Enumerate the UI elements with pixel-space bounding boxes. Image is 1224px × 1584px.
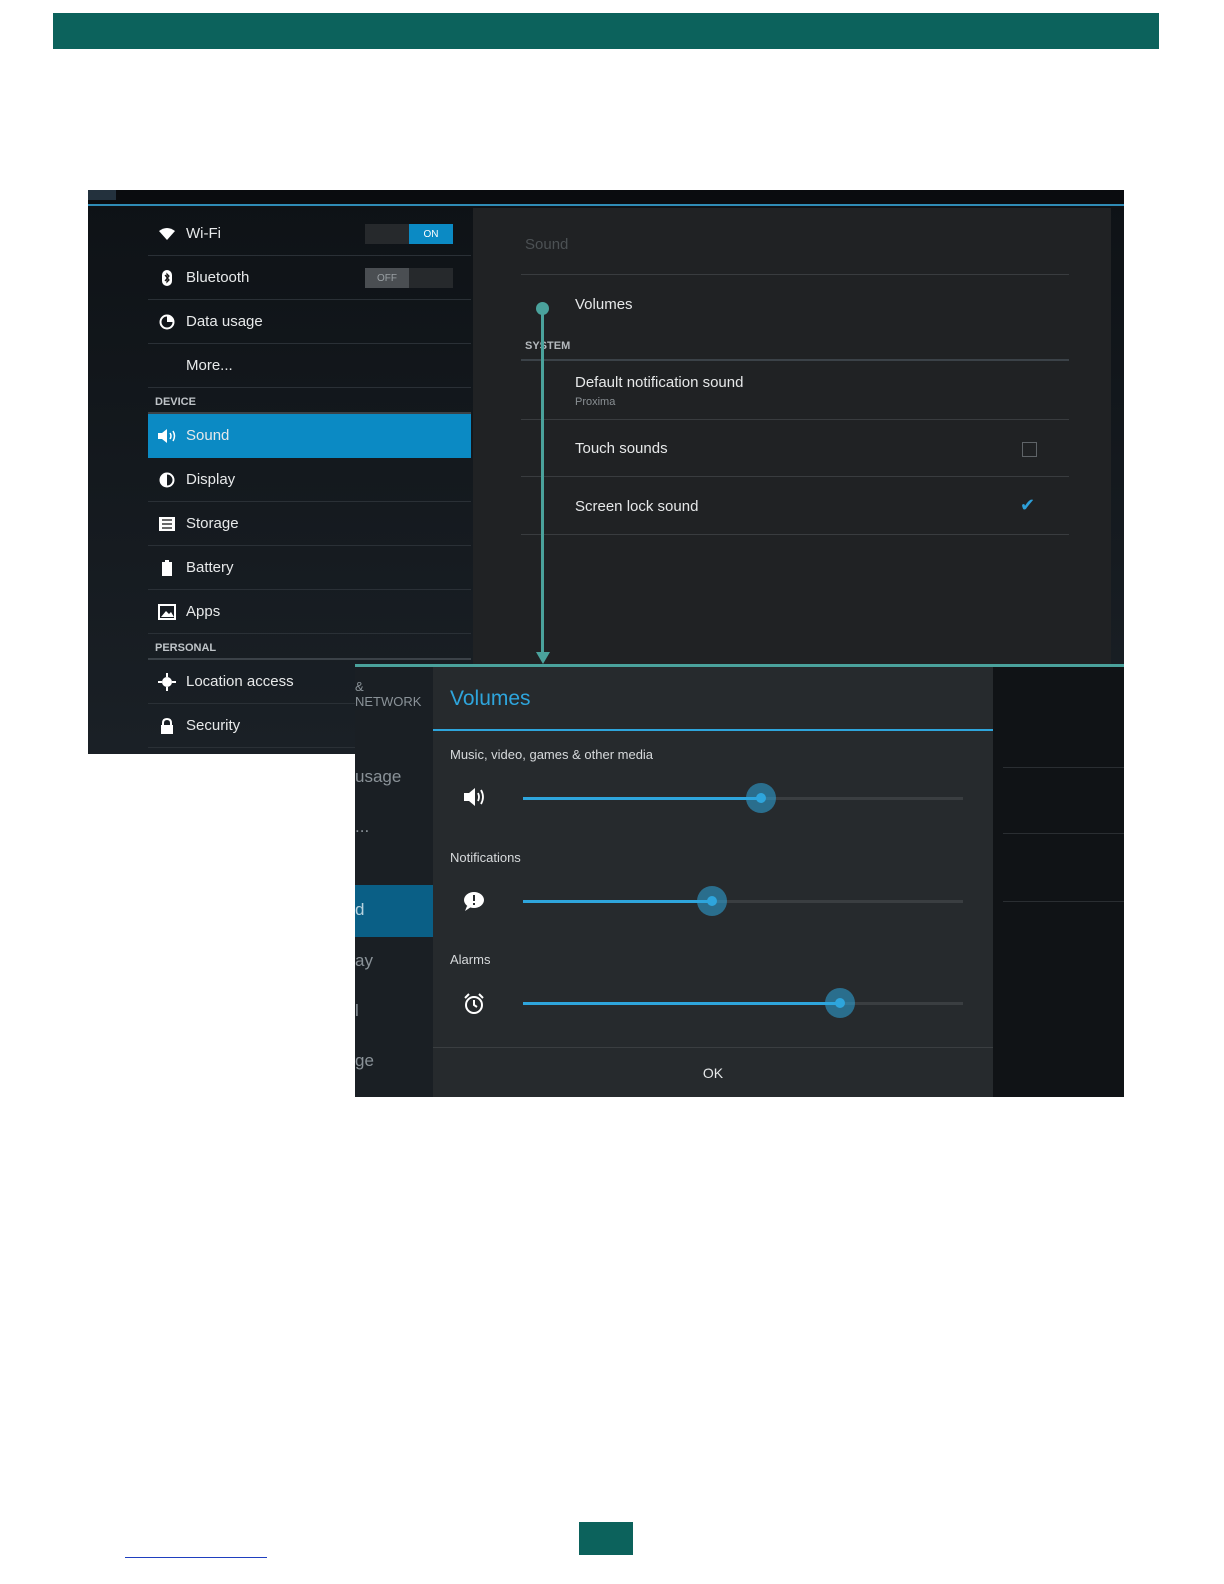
slider-thumb[interactable]: [697, 886, 728, 916]
connector-line: [541, 310, 544, 660]
divider: [1003, 767, 1124, 768]
section-header-device: DEVICE: [148, 388, 471, 414]
slider-thumb[interactable]: [824, 988, 855, 1018]
sidebar-item-more[interactable]: More...: [148, 344, 471, 388]
background-settings-list: & NETWORK usage ... d ay l ge: [355, 667, 433, 1097]
app-icon: [88, 190, 116, 200]
background-text: & NETWORK: [355, 679, 422, 709]
location-icon: [148, 672, 186, 691]
divider: [521, 419, 1069, 420]
media-volume-slider[interactable]: [523, 783, 963, 813]
sidebar-item-display[interactable]: Display: [148, 458, 471, 502]
volumes-screenshot: & NETWORK usage ... d ay l ge Volumes Mu…: [355, 664, 1124, 1097]
slider-fill: [523, 1002, 840, 1005]
sidebar-item-bluetooth[interactable]: Bluetooth OFF: [148, 256, 471, 300]
volumes-item[interactable]: Volumes: [575, 296, 633, 313]
default-notification-sound-item[interactable]: Default notification sound: [575, 374, 743, 391]
dialog-footer: OK: [433, 1047, 993, 1097]
alarm-clock-icon: [463, 993, 485, 1020]
notification-icon: [463, 891, 485, 916]
sidebar-item-sound[interactable]: Sound: [148, 414, 471, 458]
background-text: ge: [355, 1051, 374, 1070]
volumes-dialog: Volumes Music, video, games & other medi…: [433, 667, 993, 1097]
page-number-box: [579, 1522, 633, 1555]
alarms-volume-slider[interactable]: [523, 988, 963, 1018]
lock-icon: [148, 717, 186, 734]
background-text: ay: [355, 951, 373, 970]
slider-fill: [523, 900, 713, 903]
sidebar-item-apps[interactable]: Apps: [148, 590, 471, 634]
divider: [521, 274, 1069, 275]
sidebar-item-battery[interactable]: Battery: [148, 546, 471, 590]
background-text: l: [355, 1001, 359, 1020]
default-notification-sound-value: Proxima: [575, 396, 616, 408]
dialog-title-divider: [433, 729, 993, 731]
data-usage-icon: [148, 314, 186, 330]
wifi-icon: [148, 227, 186, 241]
panel-title: Sound: [525, 236, 569, 253]
action-bar: [88, 190, 1124, 206]
sidebar-item-label: Storage: [186, 515, 239, 532]
footer-rule: [125, 1557, 267, 1558]
divider: [521, 534, 1069, 535]
wifi-toggle[interactable]: ON: [365, 224, 453, 244]
sidebar-item-label: Sound: [186, 427, 230, 444]
connector-dot: [536, 302, 549, 315]
touch-sounds-label: Touch sounds: [575, 440, 668, 457]
sidebar-item-storage[interactable]: Storage: [148, 502, 471, 546]
slider-fill: [523, 797, 761, 800]
display-icon: [148, 472, 186, 488]
dialog-title: Volumes: [450, 687, 531, 710]
sidebar-item-label: Data usage: [186, 313, 263, 330]
background-text: usage: [355, 767, 402, 786]
alarms-volume-label: Alarms: [450, 952, 491, 967]
sidebar-item-data-usage[interactable]: Data usage: [148, 300, 471, 344]
notifications-volume-slider[interactable]: [523, 886, 963, 916]
background-highlight: [355, 885, 433, 937]
media-volume-label: Music, video, games & other media: [450, 747, 654, 762]
screen-lock-sound-label: Screen lock sound: [575, 498, 699, 515]
speaker-icon: [463, 787, 489, 812]
connector-arrow: [536, 652, 550, 664]
battery-icon: [148, 559, 186, 576]
sidebar-item-wifi[interactable]: Wi-Fi ON: [148, 212, 471, 256]
screen-lock-sound-checkbox[interactable]: ✔: [1020, 496, 1035, 514]
sidebar-item-label: Apps: [186, 603, 221, 620]
background-text: ...: [355, 817, 370, 836]
touch-sounds-checkbox[interactable]: [1022, 442, 1037, 457]
background-panel: [993, 667, 1124, 1097]
divider: [1003, 901, 1124, 902]
divider: [521, 359, 1069, 361]
bluetooth-icon: [148, 269, 186, 286]
background-text: d: [355, 900, 365, 919]
bluetooth-toggle[interactable]: OFF: [365, 268, 453, 288]
toggle-state: OFF: [365, 268, 409, 288]
divider: [521, 476, 1069, 477]
notifications-volume-label: Notifications: [450, 850, 521, 865]
header-bar: [53, 13, 1159, 49]
callout-connector: [536, 302, 550, 668]
sidebar-item-label: Battery: [186, 559, 234, 576]
storage-icon: [148, 516, 186, 531]
apps-icon: [148, 603, 186, 620]
sidebar-item-label: Display: [186, 471, 236, 488]
speaker-icon: [148, 428, 186, 444]
toggle-state: ON: [409, 224, 453, 244]
slider-thumb[interactable]: [745, 783, 776, 813]
ok-button[interactable]: OK: [433, 1048, 993, 1097]
section-header-personal: PERSONAL: [148, 634, 471, 660]
sidebar-item-label: More...: [186, 357, 233, 374]
divider: [1003, 833, 1124, 834]
